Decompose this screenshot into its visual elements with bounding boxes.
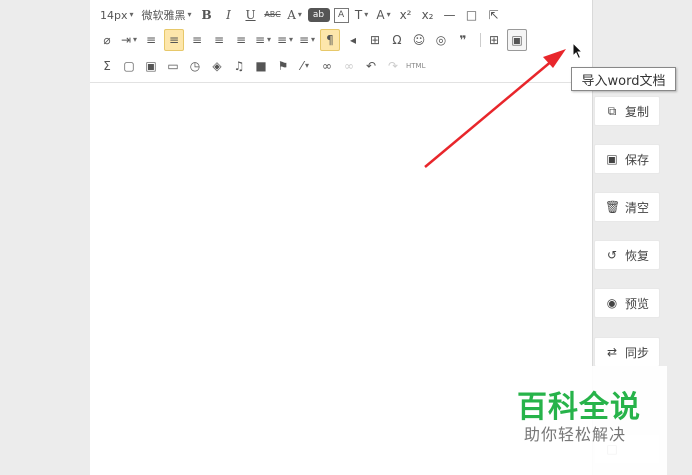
multi-image-icon[interactable]: ▣	[142, 56, 160, 76]
sync-button[interactable]: ⇄ 同步	[594, 337, 660, 367]
unlink-icon[interactable]: ∞	[340, 56, 358, 76]
superscript-button[interactable]: x²	[397, 5, 415, 25]
import-word-tooltip: 导入word文档	[571, 67, 676, 91]
special-char-icon[interactable]: Ω	[388, 30, 406, 50]
redo-icon[interactable]: ↷	[384, 56, 402, 76]
font-size-select[interactable]: 14px	[98, 5, 136, 25]
copy-icon: ⧉	[607, 103, 617, 118]
preview-button-label: 预览	[625, 296, 650, 311]
preview-button[interactable]: ◉ 预览	[594, 288, 660, 318]
paragraph-spacing-icon[interactable]: ≡	[276, 30, 294, 50]
video-icon[interactable]: ■	[252, 56, 270, 76]
horizontal-rule-button[interactable]: —	[441, 5, 459, 25]
restore-button[interactable]: ↺ 恢复	[594, 240, 660, 270]
magic-wand-icon[interactable]: ⁄	[296, 56, 314, 76]
save-icon: ▣	[606, 152, 618, 166]
rtl-direction-icon[interactable]: ◂	[344, 30, 362, 50]
editor-toolbar: 14px 微软雅黑 B I U ABC A ab A T A x² x₂ — □…	[90, 0, 592, 83]
image-icon[interactable]: ▢	[120, 56, 138, 76]
frame-icon[interactable]: ▭	[164, 56, 182, 76]
underline-button[interactable]: U	[242, 5, 260, 25]
copy-button[interactable]: ⧉ 复制	[594, 96, 660, 126]
align-right-icon[interactable]: ≡	[210, 30, 228, 50]
clear-button-label: 清空	[625, 200, 650, 215]
html-source-button[interactable]: HTML	[406, 56, 425, 76]
toolbar-divider	[480, 33, 481, 47]
format-painter-icon[interactable]: ⊞	[366, 30, 384, 50]
restore-button-label: 恢复	[625, 248, 650, 263]
toolbar-row-1: 14px 微软雅黑 B I U ABC A ab A T A x² x₂ — □…	[98, 4, 507, 26]
table-icon[interactable]: ⊞	[485, 30, 503, 50]
link-icon[interactable]: ∞	[318, 56, 336, 76]
undo-icon[interactable]: ↶	[362, 56, 380, 76]
align-center-icon[interactable]: ≡	[188, 30, 206, 50]
watermark-subtitle: 助你轻松解决	[524, 425, 627, 444]
emoji-icon[interactable]: ☺	[410, 30, 428, 50]
search-replace-icon[interactable]: ◎	[432, 30, 450, 50]
eye-icon: ◉	[606, 296, 618, 310]
sync-icon: ⇄	[606, 345, 618, 359]
strikethrough-button[interactable]: ABC	[264, 5, 282, 25]
fullscreen-icon[interactable]: ⇱	[485, 5, 503, 25]
mouse-pointer-icon	[572, 42, 584, 60]
toolbar-row-3: Σ ▢ ▣ ▭ ◷ ◈ ♫ ■ ⚑ ⁄ ∞ ∞ ↶ ↷ HTML	[98, 55, 429, 77]
eraser-icon[interactable]: ⌀	[98, 30, 116, 50]
restore-icon: ↺	[606, 248, 618, 262]
clear-button[interactable]: 🗑 清空	[594, 192, 660, 222]
toolbar-row-2: ⌀ ⇥ ≡ ≡ ≡ ≡ ≡ ≡ ≡ ≡ ¶ ◂ ⊞ Ω ☺ ◎ ❞ ⊞ ▣	[98, 29, 531, 51]
letter-spacing-button[interactable]: A	[375, 5, 393, 25]
ordered-list-icon[interactable]: ≡	[254, 30, 272, 50]
highlight-color-button[interactable]: ab	[307, 8, 330, 22]
line-height-button[interactable]: T	[353, 5, 371, 25]
page-break-icon[interactable]: □	[463, 5, 481, 25]
watermark-title: 百科全说	[517, 390, 641, 425]
sync-button-label: 同步	[625, 345, 650, 360]
line-spacing-icon[interactable]: ≡	[298, 30, 316, 50]
bold-button[interactable]: B	[198, 5, 216, 25]
italic-button[interactable]: I	[220, 5, 238, 25]
font-color-button[interactable]: A	[286, 5, 304, 25]
subscript-button[interactable]: x₂	[419, 5, 437, 25]
ltr-direction-icon[interactable]: ¶	[320, 29, 340, 51]
indent-icon[interactable]: ≡	[142, 30, 160, 50]
text-border-button[interactable]: A	[333, 7, 349, 23]
scrawl-icon[interactable]: ◷	[186, 56, 204, 76]
indent-list-icon[interactable]: ⇥	[120, 30, 138, 50]
copy-button-label: 复制	[625, 104, 650, 119]
align-justify-icon[interactable]: ≡	[232, 30, 250, 50]
blockquote-icon[interactable]: ❞	[454, 30, 472, 50]
save-button[interactable]: ▣ 保存	[594, 144, 660, 174]
font-family-select[interactable]: 微软雅黑	[140, 5, 194, 25]
map-icon[interactable]: ◈	[208, 56, 226, 76]
save-button-label: 保存	[625, 152, 650, 167]
import-word-icon[interactable]: ▣	[507, 29, 527, 51]
watermark-logo: 百科全说 助你轻松解决	[505, 366, 667, 475]
trash-icon: 🗑	[605, 200, 621, 214]
align-left-icon[interactable]: ≡	[164, 29, 184, 51]
attachment-icon[interactable]: ⚑	[274, 56, 292, 76]
music-icon[interactable]: ♫	[230, 56, 248, 76]
formula-icon[interactable]: Σ	[98, 56, 116, 76]
